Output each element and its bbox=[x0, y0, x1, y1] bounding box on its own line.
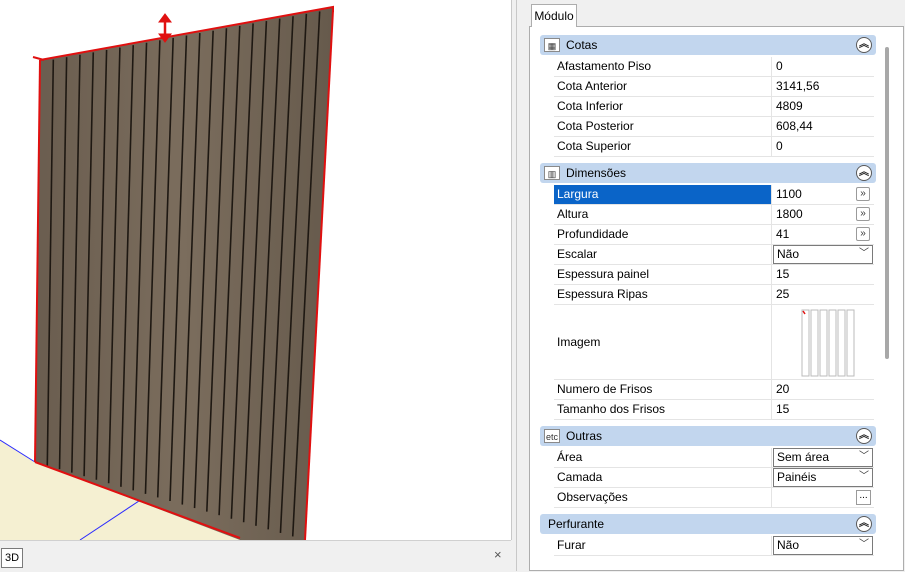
prop-value[interactable]: 3141,56 bbox=[776, 77, 819, 96]
prop-row-area[interactable]: Área Sem área ﹀ bbox=[554, 448, 874, 468]
collapse-chevron-icon[interactable]: ︽ bbox=[856, 165, 872, 181]
prop-label: Escalar bbox=[554, 245, 772, 264]
chevron-down-icon: ﹀ bbox=[859, 471, 869, 482]
prop-value[interactable]: 1800 bbox=[776, 205, 803, 224]
prop-value[interactable]: 15 bbox=[776, 265, 789, 284]
prop-value[interactable]: 25 bbox=[776, 285, 789, 304]
prop-label: Cota Inferior bbox=[554, 97, 772, 116]
prop-label: Camada bbox=[554, 468, 772, 487]
prop-row-largura[interactable]: Largura 1100 » bbox=[554, 185, 874, 205]
prop-row-afastamento-piso[interactable]: Afastamento Piso 0 bbox=[554, 57, 874, 77]
prop-value[interactable]: 15 bbox=[776, 400, 789, 419]
tab-modulo[interactable]: Módulo bbox=[531, 4, 577, 27]
prop-value[interactable]: 4809 bbox=[776, 97, 803, 116]
panel-thumbnail-image[interactable] bbox=[776, 308, 872, 378]
prop-label: Observações bbox=[554, 488, 772, 507]
collapse-chevron-icon[interactable]: ︽ bbox=[856, 428, 872, 444]
select-value: Painéis bbox=[777, 470, 817, 484]
escalar-select[interactable]: Não ﹀ bbox=[773, 245, 873, 264]
prop-row-imagem[interactable]: Imagem bbox=[554, 305, 874, 380]
expand-button[interactable]: » bbox=[856, 187, 870, 201]
prop-label: Cota Posterior bbox=[554, 117, 772, 136]
section-title: Outras bbox=[566, 429, 603, 443]
prop-row-camada[interactable]: Camada Painéis ﹀ bbox=[554, 468, 874, 488]
prop-row-cota-anterior[interactable]: Cota Anterior 3141,56 bbox=[554, 77, 874, 97]
section-header-dimensoes[interactable]: ▥ Dimensões ︽ bbox=[540, 163, 876, 183]
chevron-down-icon: ﹀ bbox=[859, 539, 869, 550]
furar-select[interactable]: Não ﹀ bbox=[773, 536, 873, 555]
prop-label: Afastamento Piso bbox=[554, 57, 772, 76]
prop-row-numero-frisos[interactable]: Numero de Frisos 20 bbox=[554, 380, 874, 400]
wood-slat-panel-render[interactable] bbox=[0, 0, 511, 540]
section-header-cotas[interactable]: ▦ Cotas ︽ bbox=[540, 35, 876, 55]
prop-label: Largura bbox=[554, 185, 772, 204]
properties-panel: Módulo ▦ Cotas ︽ Afastamento Piso 0 Cota… bbox=[526, 0, 905, 571]
prop-value[interactable]: 20 bbox=[776, 380, 789, 399]
prop-row-cota-inferior[interactable]: Cota Inferior 4809 bbox=[554, 97, 874, 117]
prop-row-escalar[interactable]: Escalar Não ﹀ bbox=[554, 245, 874, 265]
prop-label: Altura bbox=[554, 205, 772, 224]
dimensoes-icon: ▥ bbox=[544, 166, 560, 180]
area-select[interactable]: Sem área ﹀ bbox=[773, 448, 873, 467]
prop-row-altura[interactable]: Altura 1800 » bbox=[554, 205, 874, 225]
prop-label: Profundidade bbox=[554, 225, 772, 244]
chevron-down-icon: ﹀ bbox=[859, 451, 869, 462]
prop-label: Imagem bbox=[554, 305, 772, 379]
cotas-icon: ▦ bbox=[544, 38, 560, 52]
prop-row-observacoes[interactable]: Observações ... bbox=[554, 488, 874, 508]
property-grid: ▦ Cotas ︽ Afastamento Piso 0 Cota Anteri… bbox=[529, 26, 904, 571]
prop-label: Área bbox=[554, 448, 772, 467]
prop-label: Furar bbox=[554, 536, 772, 555]
prop-row-cota-superior[interactable]: Cota Superior 0 bbox=[554, 137, 874, 157]
expand-button[interactable]: » bbox=[856, 207, 870, 221]
prop-row-profundidade[interactable]: Profundidade 41 » bbox=[554, 225, 874, 245]
expand-button[interactable]: » bbox=[856, 227, 870, 241]
viewport-3d[interactable] bbox=[0, 0, 512, 540]
collapse-chevron-icon[interactable]: ︽ bbox=[856, 516, 872, 532]
prop-label: Cota Superior bbox=[554, 137, 772, 156]
etc-icon: etc bbox=[544, 429, 560, 443]
tab-3d[interactable]: 3D bbox=[1, 548, 23, 568]
prop-row-cota-posterior[interactable]: Cota Posterior 608,44 bbox=[554, 117, 874, 137]
prop-value[interactable]: 0 bbox=[776, 137, 783, 156]
viewport-tab-bar: 3D × bbox=[0, 540, 511, 572]
prop-label: Cota Anterior bbox=[554, 77, 772, 96]
vertical-scrollbar[interactable] bbox=[885, 47, 889, 359]
section-title: Perfurante bbox=[548, 517, 605, 531]
prop-row-espessura-painel[interactable]: Espessura painel 15 bbox=[554, 265, 874, 285]
section-header-outras[interactable]: etc Outras ︽ bbox=[540, 426, 876, 446]
prop-value[interactable]: 608,44 bbox=[776, 117, 813, 136]
splitter[interactable] bbox=[512, 0, 526, 571]
collapse-chevron-icon[interactable]: ︽ bbox=[856, 37, 872, 53]
prop-label: Espessura painel bbox=[554, 265, 772, 284]
prop-label: Espessura Ripas bbox=[554, 285, 772, 304]
section-header-perfurante[interactable]: Perfurante ︽ bbox=[540, 514, 876, 534]
section-title: Dimensões bbox=[566, 166, 627, 180]
camada-select[interactable]: Painéis ﹀ bbox=[773, 468, 873, 487]
prop-value[interactable]: 1100 bbox=[776, 185, 802, 204]
close-icon[interactable]: × bbox=[494, 547, 502, 562]
prop-row-furar[interactable]: Furar Não ﹀ bbox=[554, 536, 874, 556]
ellipsis-button[interactable]: ... bbox=[856, 490, 871, 505]
chevron-down-icon: ﹀ bbox=[859, 248, 869, 259]
prop-value[interactable]: 0 bbox=[776, 57, 783, 76]
select-value: Sem área bbox=[777, 450, 830, 464]
prop-label: Tamanho dos Frisos bbox=[554, 400, 772, 419]
select-value: Não bbox=[777, 247, 800, 261]
prop-row-tamanho-frisos[interactable]: Tamanho dos Frisos 15 bbox=[554, 400, 874, 420]
section-title: Cotas bbox=[566, 38, 598, 52]
prop-label: Numero de Frisos bbox=[554, 380, 772, 399]
prop-row-espessura-ripas[interactable]: Espessura Ripas 25 bbox=[554, 285, 874, 305]
prop-value[interactable]: 41 bbox=[776, 225, 789, 244]
select-value: Não bbox=[777, 538, 800, 552]
